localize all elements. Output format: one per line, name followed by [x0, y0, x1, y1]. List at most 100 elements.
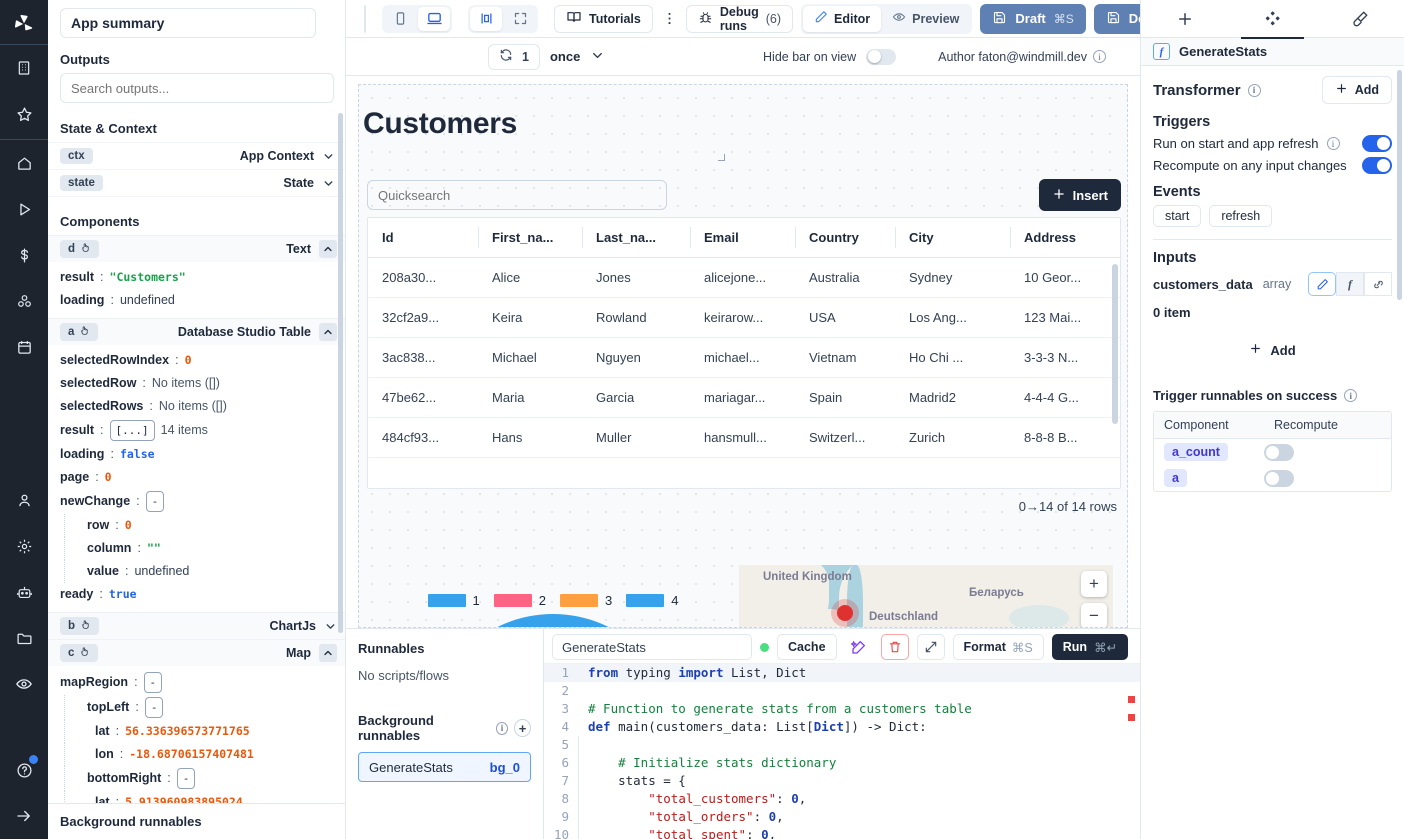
- state-row[interactable]: state State: [48, 169, 345, 196]
- search-outputs-input[interactable]: [60, 73, 334, 103]
- info-icon[interactable]: i: [495, 721, 509, 735]
- trigger-component-tag[interactable]: a: [1164, 469, 1187, 487]
- component-row-c[interactable]: c Map: [48, 639, 345, 666]
- run-on-start-toggle[interactable]: [1362, 135, 1392, 152]
- arrow-right-icon[interactable]: [0, 793, 48, 839]
- windmill-logo-icon[interactable]: [0, 6, 48, 42]
- building-icon[interactable]: [0, 45, 48, 91]
- star-icon[interactable]: [0, 91, 48, 137]
- folder-icon[interactable]: [0, 615, 48, 661]
- event-refresh[interactable]: refresh: [1209, 205, 1273, 227]
- frequency-select[interactable]: once: [550, 48, 605, 66]
- component-row-d[interactable]: d Text: [48, 235, 345, 262]
- ctx-row[interactable]: ctx App Context: [48, 142, 345, 169]
- format-button[interactable]: Format ⌘S: [952, 634, 1044, 660]
- chevron-up-icon[interactable]: [319, 644, 337, 662]
- background-runnable-item[interactable]: GenerateStats bg_0: [358, 752, 531, 782]
- app-title-input[interactable]: [60, 8, 316, 38]
- tutorials-button[interactable]: Tutorials: [554, 4, 653, 33]
- map-component-c[interactable]: United Kingdom Беларусь Deutschland Укра…: [739, 565, 1113, 627]
- more-vertical-icon[interactable]: [661, 6, 678, 32]
- debug-runs-button[interactable]: Debug runs (6): [685, 4, 794, 33]
- table-row[interactable]: 3ac838... Michael Nguyen michael... Viet…: [368, 337, 1120, 378]
- add-transformer-button[interactable]: Add: [1321, 76, 1392, 104]
- map-zoom-in-button[interactable]: +: [1081, 571, 1107, 597]
- event-start[interactable]: start: [1153, 205, 1202, 227]
- chevron-up-icon[interactable]: [319, 323, 337, 341]
- chevron-down-icon[interactable]: [322, 177, 335, 190]
- column-header[interactable]: Id: [368, 218, 478, 258]
- info-icon[interactable]: i: [1326, 137, 1340, 150]
- data-grid[interactable]: Id First_na... Last_na... Email Country …: [367, 217, 1121, 489]
- expand-icon[interactable]: [504, 7, 536, 31]
- column-header[interactable]: Last_na...: [582, 218, 690, 258]
- component-row-b[interactable]: b ChartJs: [48, 612, 345, 639]
- input-static-mode-icon[interactable]: [1308, 272, 1336, 296]
- user-icon[interactable]: [0, 477, 48, 523]
- sparkle-wand-icon[interactable]: [844, 634, 873, 660]
- table-row[interactable]: 47be62... Maria Garcia mariagar... Spain…: [368, 377, 1120, 418]
- info-icon[interactable]: i: [1093, 50, 1106, 63]
- app-canvas[interactable]: Customers Insert: [358, 84, 1128, 628]
- calendar-icon[interactable]: [0, 324, 48, 370]
- column-header[interactable]: Address: [1010, 218, 1120, 258]
- script-name-input[interactable]: [552, 634, 752, 660]
- prop-value-badge[interactable]: -: [176, 768, 196, 789]
- hide-bar-toggle[interactable]: [866, 48, 897, 65]
- quicksearch-input[interactable]: [367, 180, 667, 210]
- add-input-button[interactable]: Add: [1153, 342, 1392, 358]
- play-icon[interactable]: [0, 186, 48, 232]
- text-component-d[interactable]: Customers: [359, 85, 727, 163]
- expand-diagonal-icon[interactable]: [916, 634, 945, 660]
- undo-icon[interactable]: [365, 6, 366, 32]
- info-icon[interactable]: i: [1344, 389, 1358, 402]
- info-icon[interactable]: i: [1247, 83, 1261, 97]
- column-header[interactable]: City: [895, 218, 1010, 258]
- resize-handle[interactable]: [718, 154, 725, 161]
- trigger-recompute-toggle[interactable]: [1264, 443, 1294, 461]
- outputs-scrollbar[interactable]: [338, 113, 343, 633]
- column-header[interactable]: Country: [795, 218, 895, 258]
- map-zoom-out-button[interactable]: −: [1081, 603, 1107, 627]
- prop-value-badge[interactable]: -: [143, 672, 163, 693]
- legend-item[interactable]: 2: [493, 593, 546, 608]
- prop-value-badge[interactable]: -: [145, 491, 165, 512]
- run-button[interactable]: Run ⌘↵: [1051, 634, 1129, 660]
- mobile-icon[interactable]: [384, 7, 416, 31]
- home-icon[interactable]: [0, 140, 48, 186]
- cache-button[interactable]: Cache: [777, 634, 837, 660]
- chart-component-b[interactable]: 1 2 3 4: [367, 583, 739, 627]
- column-header[interactable]: Email: [690, 218, 795, 258]
- tab-components[interactable]: [1229, 0, 1317, 39]
- component-row-a[interactable]: a Database Studio Table: [48, 318, 345, 345]
- recompute-on-input-toggle[interactable]: [1362, 157, 1392, 174]
- help-icon[interactable]: [0, 747, 48, 793]
- trash-icon[interactable]: [880, 634, 909, 660]
- dollar-icon[interactable]: [0, 232, 48, 278]
- draft-button[interactable]: Draft ⌘S: [980, 3, 1086, 34]
- legend-item[interactable]: 3: [560, 593, 612, 608]
- tab-editor[interactable]: Editor: [803, 5, 882, 32]
- map-canvas[interactable]: United Kingdom Беларусь Deutschland Укра…: [739, 565, 1113, 627]
- legend-item[interactable]: 4: [626, 593, 678, 608]
- right-panel-scrollbar[interactable]: [1397, 70, 1402, 300]
- tab-preview[interactable]: Preview: [881, 6, 970, 32]
- cubes-icon[interactable]: [0, 278, 48, 324]
- column-header[interactable]: First_na...: [478, 218, 582, 258]
- table-row[interactable]: 32cf2a9... Keira Rowland keirarow... USA…: [368, 297, 1120, 338]
- input-connect-mode-icon[interactable]: [1364, 272, 1392, 296]
- refresh-count-button[interactable]: 1: [488, 43, 540, 70]
- align-center-icon[interactable]: [470, 6, 502, 31]
- pie-chart[interactable]: [367, 608, 739, 627]
- prop-value-badge[interactable]: [...]: [109, 420, 155, 441]
- insert-button[interactable]: Insert: [1038, 179, 1121, 211]
- trigger-component-tag[interactable]: a_count: [1164, 443, 1228, 461]
- input-eval-mode-icon[interactable]: f: [1336, 272, 1364, 296]
- legend-item[interactable]: 1: [427, 593, 480, 608]
- eye-icon[interactable]: [0, 661, 48, 707]
- robot-icon[interactable]: [0, 569, 48, 615]
- tab-style[interactable]: [1316, 0, 1404, 38]
- code-editor[interactable]: 1 from typing import List, Dict 2 3 # Fu…: [544, 663, 1140, 839]
- prop-value-badge[interactable]: -: [144, 697, 164, 718]
- add-background-runnable-button[interactable]: +: [514, 719, 532, 737]
